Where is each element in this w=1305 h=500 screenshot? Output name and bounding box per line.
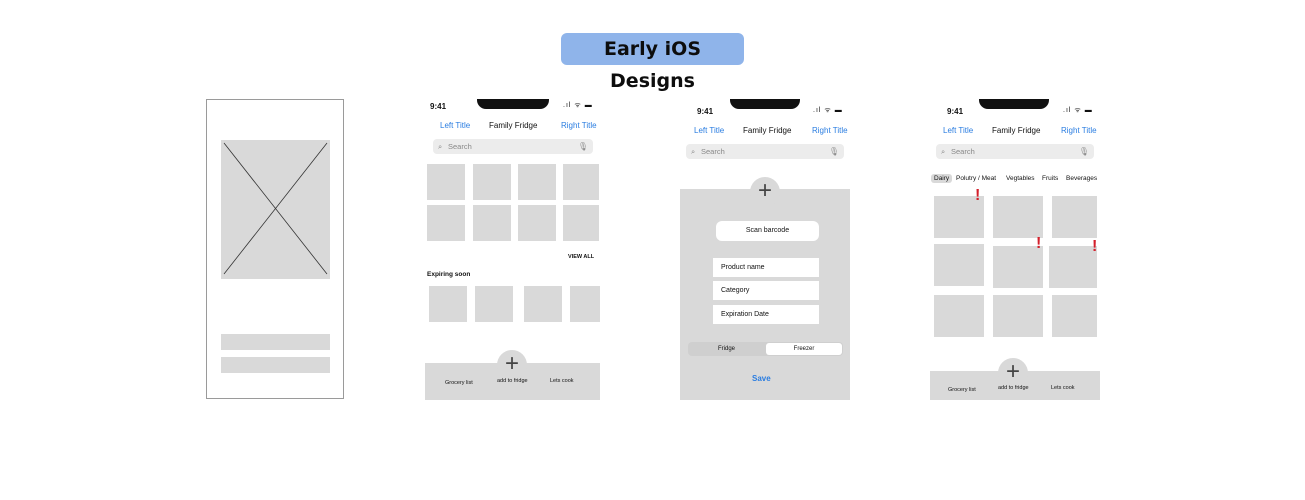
category-chip-poultry-meat[interactable]: Polutry / Meat — [956, 174, 996, 183]
grid-item[interactable] — [993, 295, 1043, 337]
nav-left-title[interactable]: Left Title — [694, 126, 724, 135]
view-all-link[interactable]: VIEW ALL — [568, 254, 594, 260]
status-icons: .ıl ᯤ ▬ — [813, 107, 843, 114]
category-chip-dairy[interactable]: Dairy — [931, 174, 953, 183]
cross-placeholder-icon — [223, 142, 328, 275]
expiration-date-field[interactable]: Expiration Date — [713, 305, 819, 324]
add-button[interactable]: + — [497, 350, 527, 380]
nav-center-title: Family Fridge — [743, 126, 792, 135]
wireframe-screen-4: 9:41 .ıl ᯤ ▬ Left Title Family Fridge Ri… — [930, 99, 1100, 400]
add-button[interactable]: + — [998, 358, 1028, 388]
scan-barcode-button[interactable]: Scan barcode — [716, 221, 819, 241]
expiring-soon-heading: Expiring soon — [427, 271, 471, 278]
expiry-alert-icon: ! — [975, 187, 981, 204]
expiring-item[interactable] — [475, 286, 513, 322]
notch — [477, 99, 549, 109]
grid-item[interactable] — [993, 246, 1043, 288]
grid-item[interactable] — [1052, 196, 1097, 238]
search-icon: ⌕ — [438, 142, 443, 151]
product-name-field[interactable]: Product name — [713, 258, 819, 277]
nav-center-title: Family Fridge — [489, 121, 538, 130]
grid-item[interactable] — [934, 295, 984, 337]
tab-grocery-list[interactable]: Grocery list — [948, 387, 976, 393]
tab-lets-cook[interactable]: Lets cook — [550, 378, 574, 384]
status-time: 9:41 — [430, 102, 447, 111]
microphone-icon[interactable]: 🎙 — [578, 139, 588, 154]
grid-item[interactable] — [1052, 295, 1097, 337]
grid-item[interactable] — [1049, 246, 1097, 288]
notch — [979, 99, 1049, 109]
status-time: 9:41 — [697, 107, 714, 116]
search-input[interactable]: ⌕ Search 🎙 — [686, 144, 844, 159]
category-chip-vegtables[interactable]: Vegtables — [1006, 174, 1035, 183]
grid-item[interactable] — [427, 164, 465, 200]
text-placeholder-1 — [221, 334, 330, 350]
wireframe-screen-3: 9:41 .ıl ᯤ ▬ Left Title Family Fridge Ri… — [680, 99, 850, 400]
nav-left-title[interactable]: Left Title — [943, 126, 973, 135]
expiring-item[interactable] — [429, 286, 467, 322]
grid-item[interactable] — [563, 205, 599, 241]
microphone-icon[interactable]: 🎙 — [1079, 144, 1089, 159]
grid-item[interactable] — [518, 205, 556, 241]
search-placeholder: Search — [951, 147, 975, 156]
nav-left-title[interactable]: Left Title — [440, 121, 470, 130]
notch — [730, 99, 800, 109]
expiring-item[interactable] — [570, 286, 600, 322]
nav-right-title[interactable]: Right Title — [561, 121, 597, 130]
text-placeholder-2 — [221, 357, 330, 373]
segment-fridge[interactable]: Fridge — [688, 343, 765, 355]
tab-grocery-list[interactable]: Grocery list — [445, 380, 473, 386]
search-input[interactable]: ⌕ Search 🎙 — [433, 139, 593, 154]
expiry-alert-icon: ! — [1036, 235, 1042, 252]
save-button[interactable]: Save — [752, 374, 771, 383]
nav-right-title[interactable]: Right Title — [1061, 126, 1097, 135]
search-input[interactable]: ⌕ Search 🎙 — [936, 144, 1094, 159]
wireframe-screen-2: 9:41 .ıl ᯤ ▬ Left Title Family Fridge Ri… — [425, 99, 600, 400]
expiring-item[interactable] — [524, 286, 562, 322]
page-title: Early iOS Designs — [561, 33, 744, 92]
search-icon: ⌕ — [691, 147, 696, 156]
status-icons: .ıl ᯤ ▬ — [563, 102, 593, 109]
add-button[interactable]: + — [750, 177, 780, 207]
expiry-alert-icon: ! — [1092, 238, 1098, 255]
grid-item[interactable] — [473, 205, 511, 241]
tab-add-to-fridge[interactable]: add to fridge — [998, 385, 1029, 391]
image-placeholder — [221, 140, 330, 279]
search-placeholder: Search — [448, 142, 472, 151]
grid-item[interactable] — [563, 164, 599, 200]
tab-lets-cook[interactable]: Lets cook — [1051, 385, 1075, 391]
search-placeholder: Search — [701, 147, 725, 156]
status-icons: .ıl ᯤ ▬ — [1063, 107, 1093, 114]
grid-item[interactable] — [473, 164, 511, 200]
nav-right-title[interactable]: Right Title — [812, 126, 848, 135]
search-icon: ⌕ — [941, 147, 946, 156]
nav-center-title: Family Fridge — [992, 126, 1041, 135]
grid-item[interactable] — [427, 205, 465, 241]
category-chip-fruits[interactable]: Fruits — [1042, 174, 1058, 183]
microphone-icon[interactable]: 🎙 — [829, 144, 839, 159]
grid-item[interactable] — [934, 244, 984, 286]
grid-item[interactable] — [993, 196, 1043, 238]
tab-add-to-fridge[interactable]: add to fridge — [497, 378, 528, 384]
grid-item[interactable] — [518, 164, 556, 200]
category-chip-beverages[interactable]: Beverages — [1066, 174, 1097, 183]
wireframe-screen-1 — [206, 99, 344, 399]
segment-freezer[interactable]: Freezer — [766, 343, 842, 355]
category-field[interactable]: Category — [713, 281, 819, 300]
status-time: 9:41 — [947, 107, 964, 116]
